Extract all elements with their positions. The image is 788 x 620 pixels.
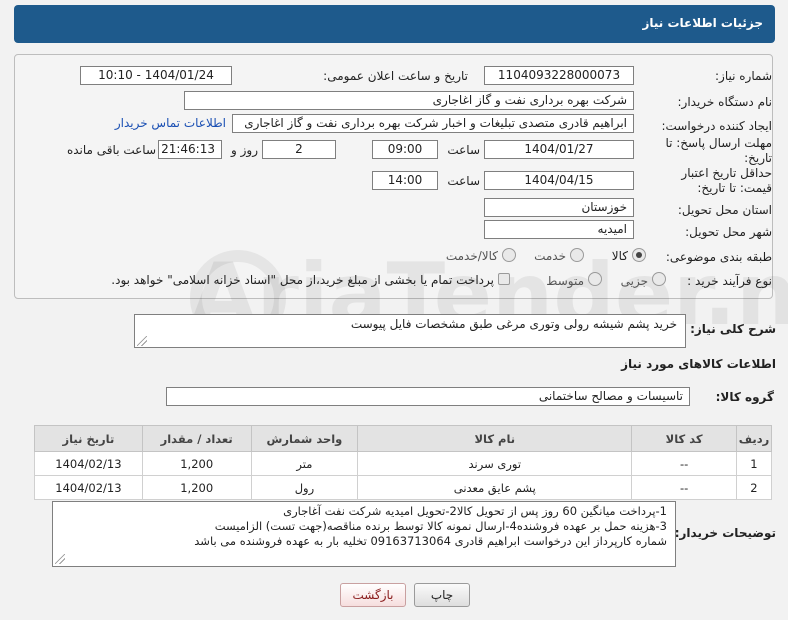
buyer-notes-textarea[interactable]: 1-پرداخت میانگین 60 روز پس از تحویل کالا… (52, 501, 676, 567)
category-option-goods: کالا (611, 249, 628, 263)
cell-qty: 1,200 (141, 451, 252, 476)
price-time-field: 14:00 (372, 171, 438, 190)
goods-table-header: ردیف کد کالا نام کالا واحد شمارش تعداد /… (34, 425, 773, 452)
buyer-contact-link[interactable]: اطلاعات تماس خریدار (104, 116, 226, 130)
page-title: جزئیات اطلاعات نیاز (642, 16, 763, 30)
category-radio-goods[interactable] (632, 248, 646, 262)
days-remaining-field: 2 (262, 140, 336, 159)
process-radio-minor[interactable] (652, 272, 666, 286)
category-option-goods-service: کالا/خدمت (445, 249, 498, 263)
reply-time-label: ساعت (447, 143, 480, 157)
province-label: استان محل تحویل: (677, 203, 772, 217)
buyer-notes-resize-handle-icon[interactable] (55, 554, 65, 564)
process-option-medium: متوسط (546, 274, 584, 288)
cell-unit: رول (250, 475, 359, 500)
back-button[interactable]: بازگشت (340, 583, 406, 607)
summary-resize-handle-icon[interactable] (137, 336, 147, 346)
cell-date: 1404/02/13 (34, 451, 143, 476)
city-label: شهر محل تحویل: (685, 225, 772, 239)
cell-date: 1404/02/13 (34, 475, 143, 500)
cell-qty: 1,200 (141, 475, 252, 500)
cell-unit: متر (250, 451, 359, 476)
goods-section-title: اطلاعات کالاهای مورد نیاز (621, 357, 776, 371)
category-label: طبقه بندی موضوعی: (665, 250, 772, 264)
col-name: نام کالا (357, 425, 633, 452)
days-label: روز و (231, 143, 258, 157)
summary-text: خرید پشم شیشه رولی وتوری مرغی طبق مشخصات… (350, 317, 677, 331)
category-radio-goods-service[interactable] (502, 248, 516, 262)
buyer-org-field: شرکت بهره برداری نفت و گاز اغاجاری (184, 91, 634, 110)
cell-code: -- (631, 451, 737, 476)
goods-group-label: گروه کالا: (715, 390, 774, 404)
city-field: امیدیه (484, 220, 634, 239)
cell-row: 1 (735, 451, 773, 476)
announce-date-label: تاریخ و ساعت اعلان عمومی: (323, 69, 468, 83)
buyer-org-label: نام دستگاه خریدار: (677, 95, 773, 109)
province-field: خوزستان (484, 198, 634, 217)
announce-date-field: 1404/01/24 - 10:10 (80, 66, 232, 85)
summary-textarea[interactable]: خرید پشم شیشه رولی وتوری مرغی طبق مشخصات… (134, 314, 686, 348)
remaining-time-field: 21:46:13 (158, 140, 222, 159)
treasury-note: پرداخت تمام یا بخشی از مبلغ خرید،از محل … (111, 273, 494, 287)
page-header: جزئیات اطلاعات نیاز (14, 5, 775, 43)
summary-label: شرح کلی نیاز: (690, 322, 776, 336)
creator-label: ایجاد کننده درخواست: (661, 119, 772, 133)
creator-field: ابراهیم قادری متصدی تبلیغات و اخبار شرکت… (232, 114, 634, 133)
process-radio-medium[interactable] (588, 272, 602, 286)
need-number-field: 1104093228000073 (484, 66, 634, 85)
need-number-label: شماره نیاز: (715, 69, 772, 83)
reply-deadline-label: مهلت ارسال پاسخ: تا تاریخ: (665, 136, 772, 165)
col-qty: تعداد / مقدار (141, 425, 252, 452)
goods-group-field: تاسیسات و مصالح ساختمانی (166, 387, 690, 406)
category-option-service: خدمت (534, 249, 566, 263)
cell-row: 2 (735, 475, 773, 500)
col-row: ردیف (735, 425, 773, 452)
reply-date-field: 1404/01/27 (484, 140, 634, 159)
buyer-notes-line: 1-پرداخت میانگین 60 روز پس از تحویل کالا… (283, 504, 667, 518)
treasury-checkbox[interactable] (498, 273, 510, 285)
price-time-label: ساعت (447, 174, 480, 188)
buyer-notes-label: توضیحات خریدار: (674, 526, 776, 540)
buyer-notes-line: 3-هزینه حمل بر عهده فروشنده4-ارسال نمونه… (214, 519, 667, 533)
buyer-notes-line: شماره کارپرداز این درخواست ابراهیم قادری… (194, 534, 667, 548)
table-row: 2 -- پشم عایق معدنی رول 1,200 1404/02/13 (34, 475, 773, 500)
col-code: کد کالا (631, 425, 737, 452)
process-option-minor: جزیی (620, 274, 648, 288)
cell-name: توری سرند (357, 451, 633, 476)
category-radio-service[interactable] (570, 248, 584, 262)
col-unit: واحد شمارش (250, 425, 359, 452)
price-deadline-label: حداقل تاریخ اعتبار قیمت: تا تاریخ: (681, 166, 772, 195)
col-date: تاریخ نیاز (34, 425, 143, 452)
process-type-label: نوع فرآیند خرید : (687, 274, 772, 288)
cell-code: -- (631, 475, 737, 500)
print-button[interactable]: چاپ (414, 583, 470, 607)
price-date-field: 1404/04/15 (484, 171, 634, 190)
reply-time-field: 09:00 (372, 140, 438, 159)
goods-table: ردیف کد کالا نام کالا واحد شمارش تعداد /… (34, 425, 773, 500)
remaining-time-label: ساعت باقی مانده (66, 143, 156, 157)
table-row: 1 -- توری سرند متر 1,200 1404/02/13 (34, 451, 773, 476)
cell-name: پشم عایق معدنی (357, 475, 633, 500)
